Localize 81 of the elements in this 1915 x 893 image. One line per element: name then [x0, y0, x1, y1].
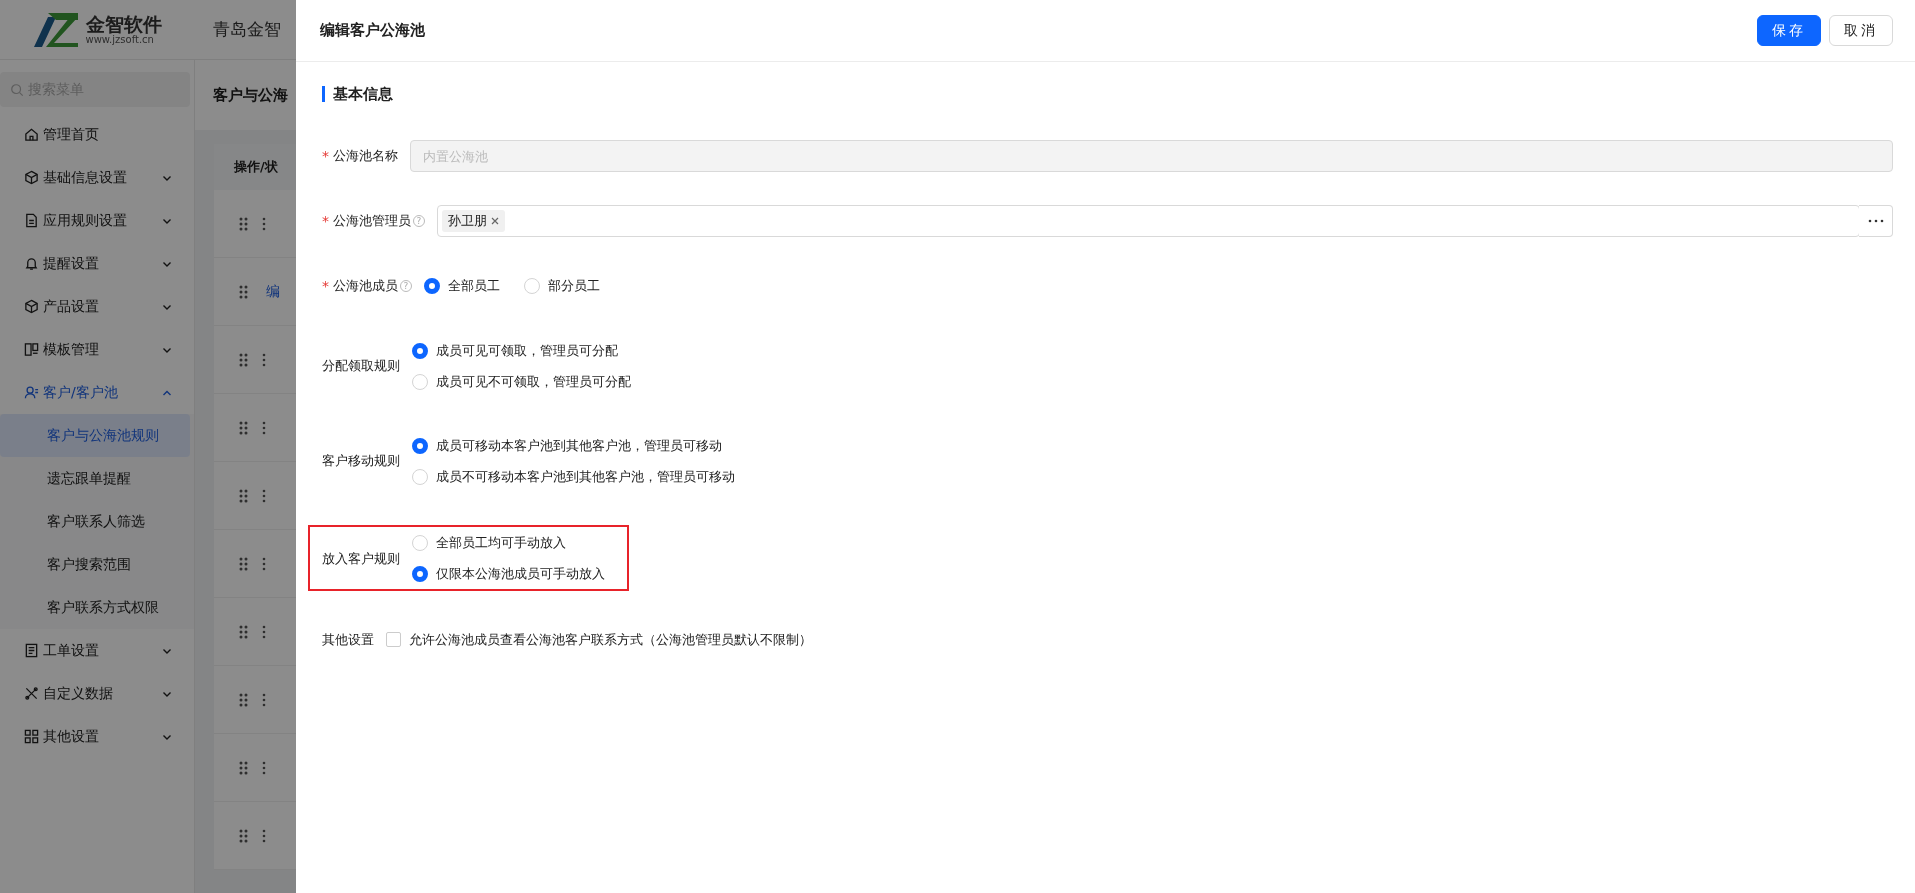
- sidebar-item[interactable]: 工单设置: [0, 629, 194, 672]
- sidebar-item[interactable]: 基础信息设置: [0, 156, 194, 199]
- radio-button[interactable]: [412, 342, 428, 359]
- company-name: 青岛金智: [213, 17, 281, 41]
- checkbox[interactable]: [386, 632, 401, 647]
- submenu-item[interactable]: 客户联系人筛选: [0, 500, 190, 543]
- field-label: 放入客户规则: [322, 549, 400, 568]
- more-icon[interactable]: [262, 556, 266, 571]
- drag-handle-icon[interactable]: [239, 692, 248, 707]
- radio-button[interactable]: [412, 565, 428, 582]
- layout-icon: [24, 342, 39, 357]
- logo-url: www.jzsoft.cn: [85, 33, 155, 45]
- sidebar-item[interactable]: 提醒设置: [0, 242, 194, 285]
- cube-icon: [24, 299, 39, 314]
- field-label: 公海池管理员: [333, 212, 411, 230]
- option-label: 成员不可移动本客户池到其他客户池，管理员可移动: [436, 467, 735, 486]
- drag-handle-icon[interactable]: [239, 760, 248, 775]
- drag-handle-icon[interactable]: [239, 556, 248, 571]
- option-label: 成员可移动本客户池到其他客户池，管理员可移动: [436, 436, 722, 455]
- option-label: 仅限本公海池成员可手动放入: [436, 564, 605, 583]
- cube-icon: [24, 170, 39, 185]
- more-icon[interactable]: [262, 828, 266, 843]
- field-label: 其他设置: [322, 631, 374, 649]
- field-label: 分配领取规则: [322, 357, 400, 375]
- logo-name: 金智软件: [85, 14, 162, 34]
- radio-button[interactable]: [412, 437, 428, 454]
- more-icon[interactable]: [262, 216, 266, 231]
- logo-icon: [33, 12, 78, 47]
- save-button[interactable]: 保存: [1757, 15, 1821, 46]
- required-mark: *: [322, 146, 329, 166]
- submenu-item[interactable]: 客户搜索范围: [0, 543, 190, 586]
- drag-handle-icon[interactable]: [239, 284, 248, 299]
- cancel-button[interactable]: 取消: [1829, 15, 1893, 46]
- sidebar-item[interactable]: 自定义数据: [0, 672, 194, 715]
- sidebar-item[interactable]: 产品设置: [0, 285, 194, 328]
- tag-label: 孙卫朋: [448, 212, 487, 231]
- drag-handle-icon[interactable]: [239, 624, 248, 639]
- grid-icon: [24, 729, 39, 744]
- section-title: 基本信息: [322, 86, 1893, 102]
- search-icon: [10, 82, 24, 97]
- required-mark: *: [322, 211, 329, 231]
- sidebar-item[interactable]: 模板管理: [0, 328, 194, 371]
- option-label: 成员可见不可领取，管理员可分配: [436, 372, 631, 391]
- sidebar-item[interactable]: 应用规则设置: [0, 199, 194, 242]
- tools-icon: [24, 686, 39, 701]
- field-label: 公海池名称: [333, 147, 398, 165]
- list-icon: [24, 643, 39, 658]
- sidebar-item[interactable]: 其他设置: [0, 715, 194, 758]
- document-icon: [24, 213, 39, 228]
- more-icon[interactable]: [262, 352, 266, 367]
- submenu-item[interactable]: 遗忘跟单提醒: [0, 457, 190, 500]
- drag-handle-icon[interactable]: [239, 216, 248, 231]
- bell-icon: [24, 256, 39, 271]
- more-icon: [1867, 219, 1884, 223]
- close-icon[interactable]: [491, 217, 499, 225]
- more-icon[interactable]: [262, 760, 266, 775]
- more-icon[interactable]: [262, 692, 266, 707]
- user-icon: [24, 385, 39, 400]
- drawer-title: 编辑客户公海池: [320, 20, 425, 42]
- required-mark: *: [322, 276, 329, 296]
- drag-handle-icon[interactable]: [239, 420, 248, 435]
- field-label: 公海池成员: [333, 277, 398, 295]
- edit-link[interactable]: 编: [266, 281, 280, 302]
- drag-handle-icon[interactable]: [239, 488, 248, 503]
- option-label: 全部员工: [448, 276, 500, 295]
- more-icon[interactable]: [262, 624, 266, 639]
- sidebar-item[interactable]: 管理首页: [0, 113, 194, 156]
- home-icon: [24, 127, 39, 142]
- submenu-item[interactable]: 客户与公海池规则: [0, 414, 190, 457]
- radio-button[interactable]: [424, 277, 440, 294]
- more-icon[interactable]: [262, 488, 266, 503]
- sidebar-item[interactable]: 客户/客户池: [0, 371, 194, 414]
- field-label: 客户移动规则: [322, 452, 400, 470]
- option-label: 全部员工均可手动放入: [436, 533, 566, 552]
- more-icon[interactable]: [262, 420, 266, 435]
- submenu-item[interactable]: 客户联系方式权限: [0, 586, 190, 629]
- drag-handle-icon[interactable]: [239, 352, 248, 367]
- drag-handle-icon[interactable]: [239, 828, 248, 843]
- option-label: 允许公海池成员查看公海池客户联系方式（公海池管理员默认不限制）: [409, 630, 812, 649]
- option-label: 部分员工: [548, 276, 600, 295]
- option-label: 成员可见可领取，管理员可分配: [436, 341, 618, 360]
